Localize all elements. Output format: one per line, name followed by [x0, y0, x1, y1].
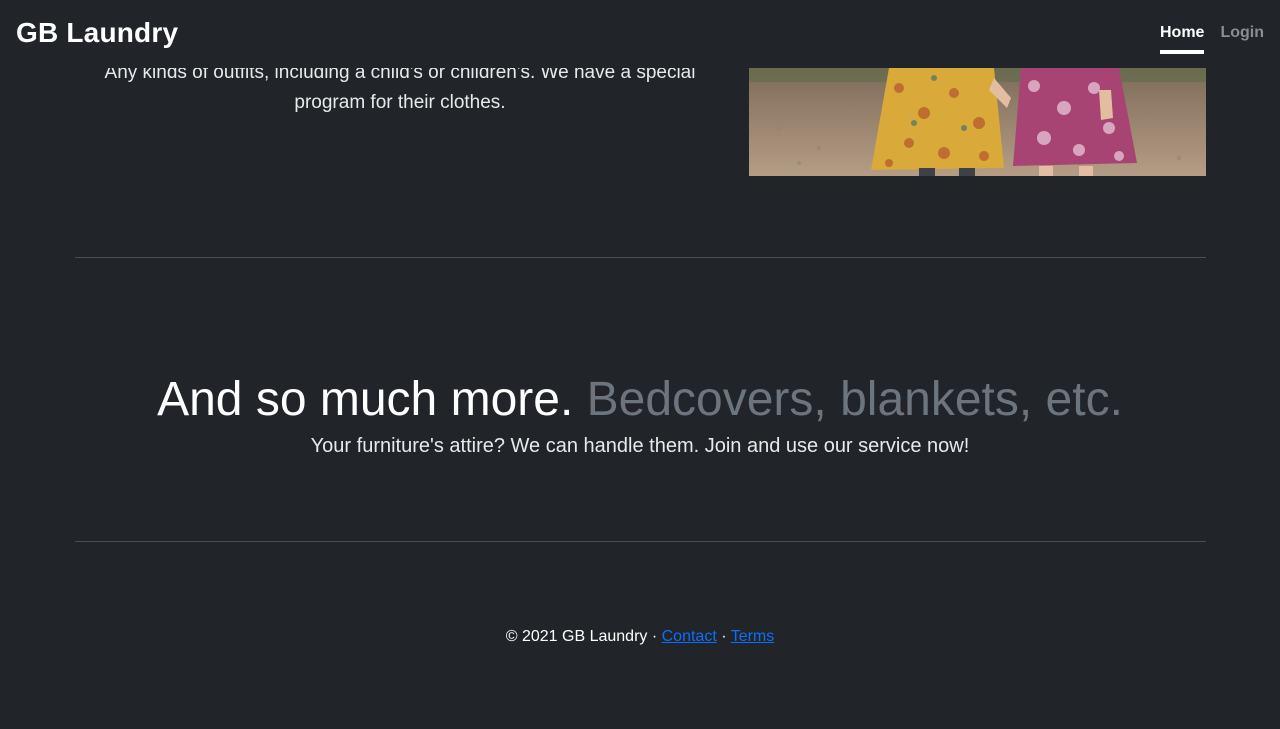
footer-contact-link[interactable]: Contact: [662, 628, 717, 645]
section-divider: [75, 257, 1206, 258]
feature-image-children-dresses: [749, 68, 1206, 176]
more-lead-text: Your furniture's attire? We can handle t…: [310, 435, 970, 457]
footer-separator: ·: [721, 628, 727, 645]
site-header: GB Laundry Home Login: [0, 0, 1280, 68]
page: Any kinds of outfits, including a child'…: [0, 0, 1280, 729]
more-heading-main: And so much more.: [157, 373, 574, 426]
more-heading-muted: Bedcovers, blankets, etc.: [586, 373, 1123, 426]
site-footer: © 2021 GB Laundry · Contact · Terms: [0, 626, 1280, 648]
more-heading: And so much more. Bedcovers, blankets, e…: [0, 368, 1280, 432]
main-nav: Home Login: [1160, 24, 1264, 54]
nav-login-link[interactable]: Login: [1220, 24, 1264, 54]
brand-logo[interactable]: GB Laundry: [16, 17, 178, 49]
footer-separator: ·: [651, 628, 658, 645]
section-divider: [75, 541, 1206, 542]
footer-terms-link[interactable]: Terms: [731, 628, 775, 645]
footer-copyright: © 2021 GB Laundry: [505, 628, 648, 645]
nav-home-link[interactable]: Home: [1160, 24, 1205, 54]
